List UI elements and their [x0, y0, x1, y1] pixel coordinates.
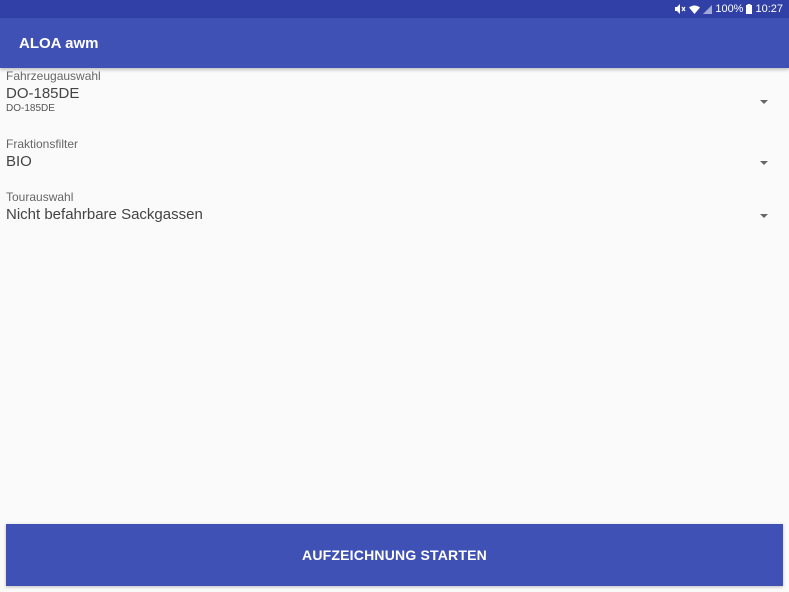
signal-icon	[703, 4, 713, 14]
battery-icon	[746, 4, 753, 14]
vehicle-value: DO-185DE	[6, 85, 80, 102]
clock: 10:27	[755, 3, 783, 15]
fraction-value: BIO	[6, 153, 32, 170]
vehicle-subvalue: DO-185DE	[6, 103, 55, 114]
status-bar: 100% 10:27	[0, 0, 789, 18]
tour-value: Nicht befahrbare Sackgassen	[6, 206, 203, 223]
app-title: ALOA awm	[19, 34, 99, 52]
battery-percent: 100%	[715, 3, 744, 15]
tour-spinner[interactable]: Tourauswahl Nicht befahrbare Sackgassen	[6, 190, 776, 223]
dropdown-arrow-icon	[760, 100, 768, 104]
fraction-spinner[interactable]: Fraktionsfilter BIO	[6, 137, 776, 170]
mute-icon	[675, 4, 686, 14]
dropdown-arrow-icon	[760, 161, 768, 165]
vehicle-spinner[interactable]: Fahrzeugauswahl DO-185DE DO-185DE	[6, 69, 776, 114]
app-bar: ALOA awm	[0, 18, 789, 68]
vehicle-label: Fahrzeugauswahl	[6, 69, 101, 83]
fraction-label: Fraktionsfilter	[6, 137, 79, 151]
dropdown-arrow-icon	[760, 214, 768, 218]
start-recording-button[interactable]: AUFZEICHNUNG STARTEN	[6, 524, 783, 586]
wifi-icon	[689, 5, 701, 14]
tour-label: Tourauswahl	[6, 190, 74, 204]
